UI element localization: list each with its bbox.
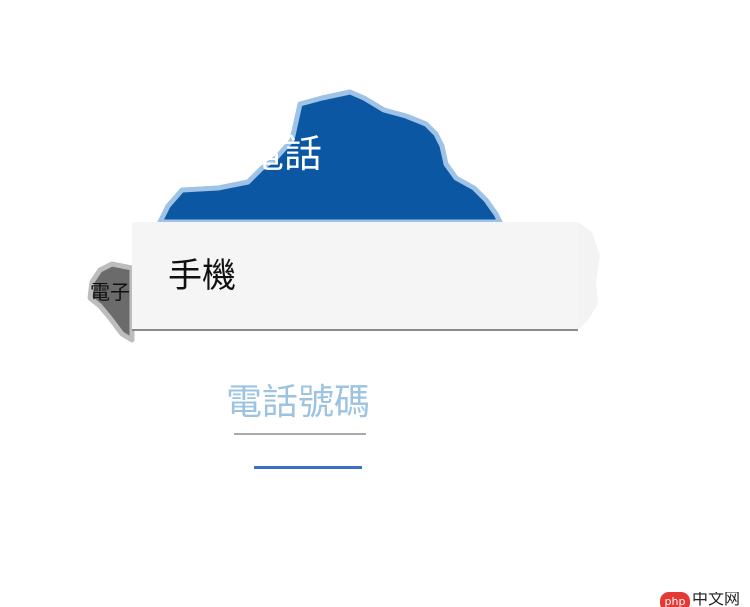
dropdown-menu: 手機 <box>132 222 578 330</box>
phone-number-placeholder: 電話號碼 <box>226 382 371 423</box>
side-label: 電子 <box>90 280 130 304</box>
watermark-badge: php <box>660 592 690 607</box>
header-background <box>157 89 503 225</box>
app-screen: 電話 電子 手機 電話號碼 php 中文网 <box>0 0 750 607</box>
submit-button-edge[interactable] <box>254 466 362 469</box>
menu-right-edge <box>578 222 600 330</box>
phone-input-underline <box>234 433 366 435</box>
menu-item-mobile[interactable]: 手機 <box>132 222 578 330</box>
phone-number-input[interactable]: 電話號碼 <box>226 378 372 436</box>
watermark-text: 中文网 <box>692 592 741 607</box>
menu-item-label: 手機 <box>168 256 236 296</box>
header-title: 電話 <box>246 132 323 176</box>
watermark-logo: php 中文网 <box>660 592 750 607</box>
menu-divider <box>132 329 578 331</box>
